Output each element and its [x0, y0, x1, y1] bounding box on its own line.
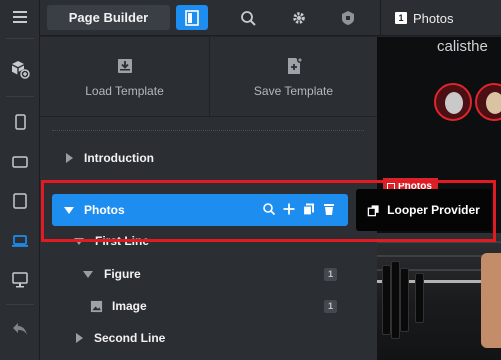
- add-file-icon: [287, 57, 303, 74]
- tree-item-second-line[interactable]: Second Line: [76, 326, 165, 350]
- tree-item-label: Second Line: [94, 331, 166, 345]
- panel-divider: [52, 130, 364, 131]
- tree-item-figure[interactable]: Figure 1: [83, 262, 377, 286]
- shield-icon[interactable]: [332, 5, 364, 30]
- search-icon[interactable]: [232, 5, 264, 30]
- rail-divider: [6, 96, 34, 97]
- structure-panel: Load Template Save Template Introduction…: [40, 37, 377, 360]
- gear-icon[interactable]: [283, 5, 315, 30]
- tree-item-label: Photos: [84, 203, 125, 217]
- page-builder-button[interactable]: Page Builder: [47, 5, 170, 30]
- chevron-right-icon[interactable]: [76, 333, 83, 343]
- search-icon[interactable]: [262, 202, 276, 216]
- plus-icon[interactable]: [282, 202, 296, 216]
- tab-photos[interactable]: 1 Photos: [380, 0, 500, 36]
- save-template-button[interactable]: Save Template: [210, 37, 377, 117]
- laptop-icon[interactable]: [0, 224, 40, 258]
- chevron-down-icon[interactable]: [74, 237, 84, 245]
- elements-add-icon[interactable]: [0, 52, 40, 86]
- chevron-right-icon[interactable]: [66, 153, 73, 163]
- tree-item-photos-selected[interactable]: Photos: [52, 194, 348, 226]
- tablet-landscape-icon[interactable]: [0, 145, 40, 179]
- chevron-down-icon[interactable]: [83, 270, 93, 278]
- tab-number-badge: 1: [395, 12, 407, 24]
- load-template-button[interactable]: Load Template: [40, 37, 209, 117]
- load-template-label: Load Template: [85, 84, 164, 98]
- row-actions: [262, 202, 336, 216]
- save-template-label: Save Template: [253, 84, 334, 98]
- preview-heading: calisthe: [437, 38, 488, 55]
- looper-provider-tooltip: Looper Provider: [356, 189, 491, 231]
- tree-item-label: Introduction: [84, 151, 154, 165]
- count-badge: 1: [324, 267, 337, 281]
- copy-icon[interactable]: [302, 202, 316, 216]
- preview-avatar: [475, 83, 501, 121]
- tree-item-image[interactable]: Image 1: [90, 294, 377, 318]
- left-rail: [0, 0, 40, 360]
- template-actions: Load Template Save Template: [40, 37, 377, 117]
- layout-panel-icon[interactable]: [176, 5, 208, 30]
- menu-icon[interactable]: [0, 0, 40, 34]
- undo-icon[interactable]: [0, 312, 40, 346]
- tree-item-first-line[interactable]: First Line: [74, 229, 149, 253]
- chevron-down-icon[interactable]: [64, 206, 74, 214]
- trash-icon[interactable]: [322, 202, 336, 216]
- preview-photo: [377, 233, 501, 360]
- tree-item-introduction[interactable]: Introduction: [66, 146, 154, 170]
- rail-divider: [6, 304, 34, 305]
- tab-photos-label: Photos: [413, 10, 454, 26]
- rail-divider: [6, 38, 34, 39]
- download-icon: [117, 59, 132, 73]
- phone-icon[interactable]: [0, 105, 40, 139]
- looper-provider-label: Looper Provider: [387, 203, 480, 217]
- tablet-portrait-icon[interactable]: [0, 184, 40, 218]
- desktop-icon[interactable]: [0, 263, 40, 297]
- count-badge: 1: [324, 299, 337, 313]
- copy-icon: [367, 204, 379, 216]
- top-bar: Page Builder 1 Photos: [40, 0, 501, 36]
- preview-avatar: [434, 83, 472, 121]
- image-icon: [90, 300, 103, 313]
- tree-item-label: Image: [112, 299, 147, 313]
- tree-item-label: First Line: [95, 234, 150, 248]
- tree-item-label: Figure: [104, 267, 141, 281]
